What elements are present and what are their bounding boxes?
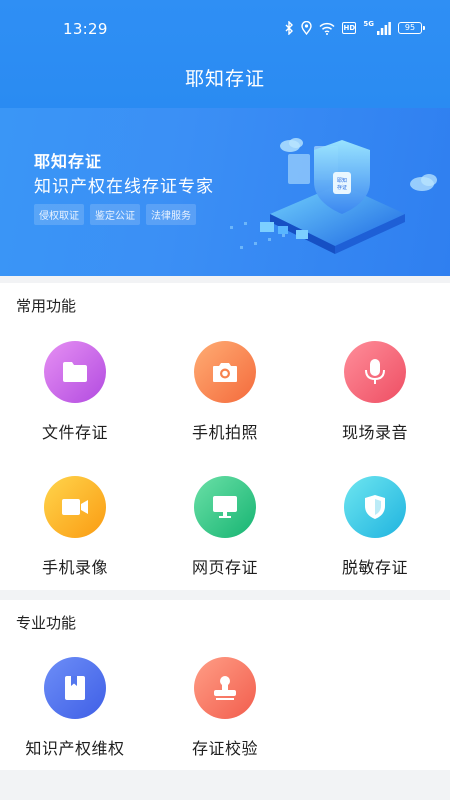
item-label: 知识产权维权: [25, 739, 125, 758]
banner-tag: 鉴定公证: [90, 204, 140, 225]
folder-icon: [44, 341, 106, 403]
network-type: 5G: [363, 19, 374, 28]
status-time: 13:29: [63, 20, 108, 38]
banner-illustration: 耶知 存证: [230, 138, 437, 254]
shield-icon: [344, 476, 406, 538]
status-bar: 13:29 HD 5G 95: [0, 0, 450, 48]
item-label: 手机录像: [41, 558, 108, 577]
banner-tag: 法律服务: [146, 204, 196, 225]
item-label: 文件存证: [41, 423, 108, 442]
banner-subtitle: 知识产权在线存证专家: [34, 177, 214, 197]
illustration-text-1: 耶知: [337, 177, 347, 184]
banner-tag: 侵权取证: [34, 204, 84, 225]
bluetooth-icon: [285, 21, 294, 35]
hd-icon: HD: [342, 22, 357, 34]
file-evidence-button[interactable]: 文件存证: [0, 341, 150, 453]
wifi-icon: [319, 22, 335, 35]
ip-rights-button[interactable]: 知识产权维权: [0, 657, 150, 769]
item-label: 网页存证: [191, 558, 258, 577]
battery-icon: 95: [398, 22, 425, 34]
camera-icon: [194, 341, 256, 403]
location-icon: [301, 21, 313, 35]
item-label: 脱敏存证: [341, 558, 408, 577]
phone-video-button[interactable]: 手机录像: [0, 476, 150, 588]
video-camera-icon: [44, 476, 106, 538]
common-functions-section: 常用功能 文件存证 手机拍照 现场录音 手机录像 网页存证 脱敏存证: [0, 283, 450, 590]
status-icons: HD 5G 95: [285, 19, 425, 36]
banner-tags: 侵权取证 鉴定公证 法律服务: [34, 204, 196, 225]
illustration-text-2: 存证: [337, 184, 347, 191]
section-title: 专业功能: [16, 614, 77, 632]
stamp-icon: [194, 657, 256, 719]
desensitized-evidence-button[interactable]: 脱敏存证: [300, 476, 450, 588]
item-label: 现场录音: [341, 423, 408, 442]
live-recording-button[interactable]: 现场录音: [300, 341, 450, 453]
phone-photo-button[interactable]: 手机拍照: [150, 341, 300, 453]
evidence-verify-button[interactable]: 存证校验: [150, 657, 300, 769]
item-label: 手机拍照: [191, 423, 258, 442]
book-icon: [44, 657, 106, 719]
app-header: 13:29 HD 5G 95 耶知存证: [0, 0, 450, 108]
promo-banner[interactable]: 耶知存证 知识产权在线存证专家 侵权取证 鉴定公证 法律服务 耶知 存证: [0, 108, 450, 276]
microphone-icon: [344, 341, 406, 403]
section-title: 常用功能: [16, 297, 77, 315]
webpage-evidence-button[interactable]: 网页存证: [150, 476, 300, 588]
page-title: 耶知存证: [184, 68, 265, 90]
pro-functions-section: 专业功能 知识产权维权 存证校验: [0, 600, 450, 770]
signal-icon: [377, 21, 391, 35]
banner-title: 耶知存证: [34, 152, 103, 171]
monitor-icon: [194, 476, 256, 538]
item-label: 存证校验: [191, 739, 258, 758]
